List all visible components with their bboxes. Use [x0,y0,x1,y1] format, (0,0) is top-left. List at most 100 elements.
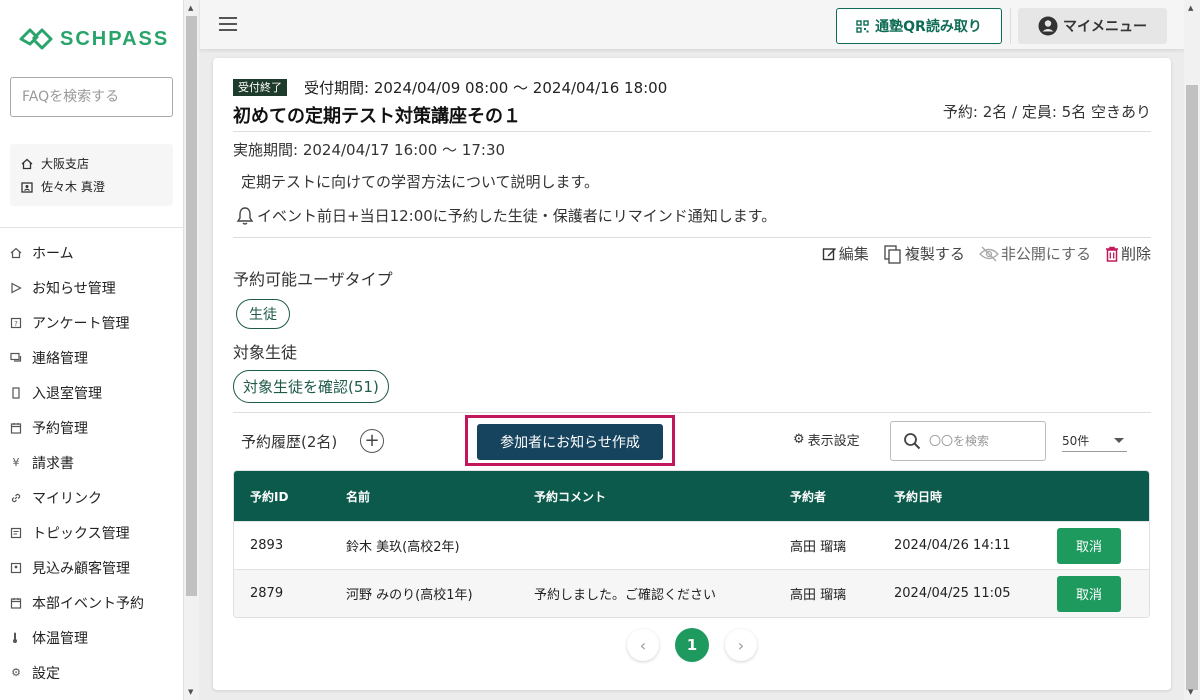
sidebar-item-messages[interactable]: 連絡管理 [0,340,184,375]
sidebar-item-temperature[interactable]: 体温管理 [0,620,184,655]
add-reservation-button[interactable]: + [360,429,384,453]
sidebar-scrollbar[interactable]: ▲ ▼ [184,0,199,700]
copy-icon [884,244,901,264]
sidebar-item-label: 本部イベント予約 [32,595,144,612]
sidebar-item-label: 入退室管理 [32,385,102,402]
branch-name: 大阪支店 [41,157,90,171]
column-header[interactable]: 予約者 [790,471,826,521]
table-row: 2879 河野 みのり(高校1年) 予約しました。ご確認ください 高田 瑠璃 2… [234,569,1149,617]
sidebar-item-hq-events[interactable]: 本部イベント予約 [0,585,184,620]
display-settings-button[interactable]: ⚙ 表示設定 [793,430,860,449]
home-icon [20,157,33,170]
my-menu-button[interactable]: マイメニュー [1018,8,1167,44]
status-badge: 受付終了 [233,79,287,96]
top-header: 通塾QR読み取り マイメニュー [200,0,1184,50]
sidebar-item-notices[interactable]: お知らせ管理 [0,270,184,305]
main-scrollbar[interactable]: ▲ ▼ [1184,0,1200,700]
table-row: 2893 鈴木 美玖(高校2年) 高田 瑠璃 2024/04/26 14:11 … [234,521,1149,569]
sidebar-item-attendance[interactable]: 入退室管理 [0,375,184,410]
column-header[interactable]: 予約日時 [894,471,942,521]
student-name: 河野 みのり(高校1年) [346,588,473,603]
sidebar-scroll-thumb[interactable] [186,16,197,596]
logo-text: SCHPASS [60,27,170,50]
topics-icon [9,526,23,540]
link-icon [9,491,23,505]
column-header[interactable]: 名前 [346,471,370,521]
sidebar-item-label: トピックス管理 [32,525,130,542]
create-participant-notice-button[interactable]: 参加者にお知らせ作成 [477,424,663,460]
per-page-value: 50件 [1062,434,1090,448]
faq-search-input[interactable] [10,77,173,117]
page-1-button[interactable]: 1 [675,628,709,662]
cancel-cell: 取消 [1057,570,1121,617]
sidebar-item-invoices[interactable]: ¥ 請求書 [0,445,184,480]
divider [233,412,1151,413]
plus-icon: + [364,430,380,451]
user-info: 大阪支店 佐々木 真澄 [10,144,173,206]
sidebar: SCHPASS 大阪支店 佐々木 真澄 ホーム お知らせ管理 ? アンケート管理 [0,0,184,700]
search-input[interactable] [929,434,1039,448]
gear-icon: ⚙ [11,666,21,679]
cancel-button[interactable]: 取消 [1057,575,1121,612]
logo-mark-icon [19,28,53,50]
edit-button[interactable]: 編集 [822,243,869,264]
qr-scan-button[interactable]: 通塾QR読み取り [836,8,1002,44]
delete-label: 削除 [1120,245,1151,263]
sidebar-item-mylinks[interactable]: マイリンク [0,480,184,515]
sidebar-item-topics[interactable]: トピックス管理 [0,515,184,550]
unpublish-button[interactable]: 非公開にする [978,243,1091,264]
event-title: 初めての定期テスト対策講座その１ [233,106,521,127]
door-icon [9,386,23,400]
duplicate-label: 複製する [904,245,965,263]
table-search[interactable] [890,421,1046,461]
logo[interactable]: SCHPASS [18,26,169,52]
id-card-icon [20,180,33,193]
hamburger-menu-icon[interactable] [219,17,237,31]
search-icon [904,433,921,450]
reservation-history-label: 予約履歴(2名) [241,433,338,451]
reception-period: 受付期間: 2024/04/09 08:00 〜 2024/04/16 18:0… [304,79,668,97]
sidebar-item-label: 体温管理 [32,630,88,647]
scroll-down-icon[interactable]: ▼ [1188,688,1193,696]
view-target-students-button[interactable]: 対象生徒を確認(51) [233,370,389,403]
my-menu-label: マイメニュー [1063,19,1147,35]
user-type-chip[interactable]: 生徒 [236,299,290,329]
column-header[interactable]: 予約ID [250,471,288,521]
booker-name: 高田 瑠璃 [790,588,847,603]
scroll-up-icon[interactable]: ▲ [1188,4,1193,12]
sidebar-item-home[interactable]: ホーム [0,235,184,270]
table-header: 予約ID 名前 予約コメント 予約者 予約日時 [234,471,1149,521]
scroll-down-icon[interactable]: ▼ [188,688,193,696]
unpublish-label: 非公開にする [1000,245,1091,263]
student-name: 鈴木 美玖(高校2年) [346,540,460,555]
prev-page-button[interactable]: ‹ [627,629,659,661]
user-name: 佐々木 真澄 [41,180,105,194]
next-page-button[interactable]: › [725,629,757,661]
main-scroll-thumb[interactable] [1186,85,1198,690]
reservation-datetime: 2024/04/26 14:11 [894,538,1011,553]
scroll-up-icon[interactable]: ▲ [188,4,193,12]
per-page-select[interactable]: 50件 [1062,430,1127,452]
event-description: 定期テストに向けての学習方法について説明します。 [241,173,600,191]
sidebar-item-label: 設定 [32,665,60,682]
sidebar-item-settings[interactable]: ⚙ 設定 [0,655,184,690]
sidebar-item-label: マイリンク [32,490,102,507]
delete-button[interactable]: 削除 [1105,243,1151,264]
pagination: ‹ 1 › [213,628,1171,662]
duplicate-button[interactable]: 複製する [883,243,965,264]
edit-icon [822,248,836,261]
reminder-text: イベント前日+当日12:00に予約した生徒・保護者にリマインド通知します。 [257,207,777,225]
sidebar-item-surveys[interactable]: ? アンケート管理 [0,305,184,340]
sidebar-item-prospects[interactable]: 見込み顧客管理 [0,550,184,585]
account-circle-icon [1038,16,1058,36]
capacity-info: 予約: 2名 / 定員: 5名 空きあり [942,103,1151,121]
sidebar-item-label: 見込み顧客管理 [32,560,130,577]
sidebar-item-label: 連絡管理 [32,350,88,367]
event-calendar-icon [9,596,23,610]
booker-name: 高田 瑠璃 [790,540,847,555]
cancel-button[interactable]: 取消 [1057,527,1121,564]
bell-icon [236,206,254,225]
column-header[interactable]: 予約コメント [534,471,606,521]
qr-code-icon [856,19,869,33]
sidebar-item-reservations[interactable]: 予約管理 [0,410,184,445]
